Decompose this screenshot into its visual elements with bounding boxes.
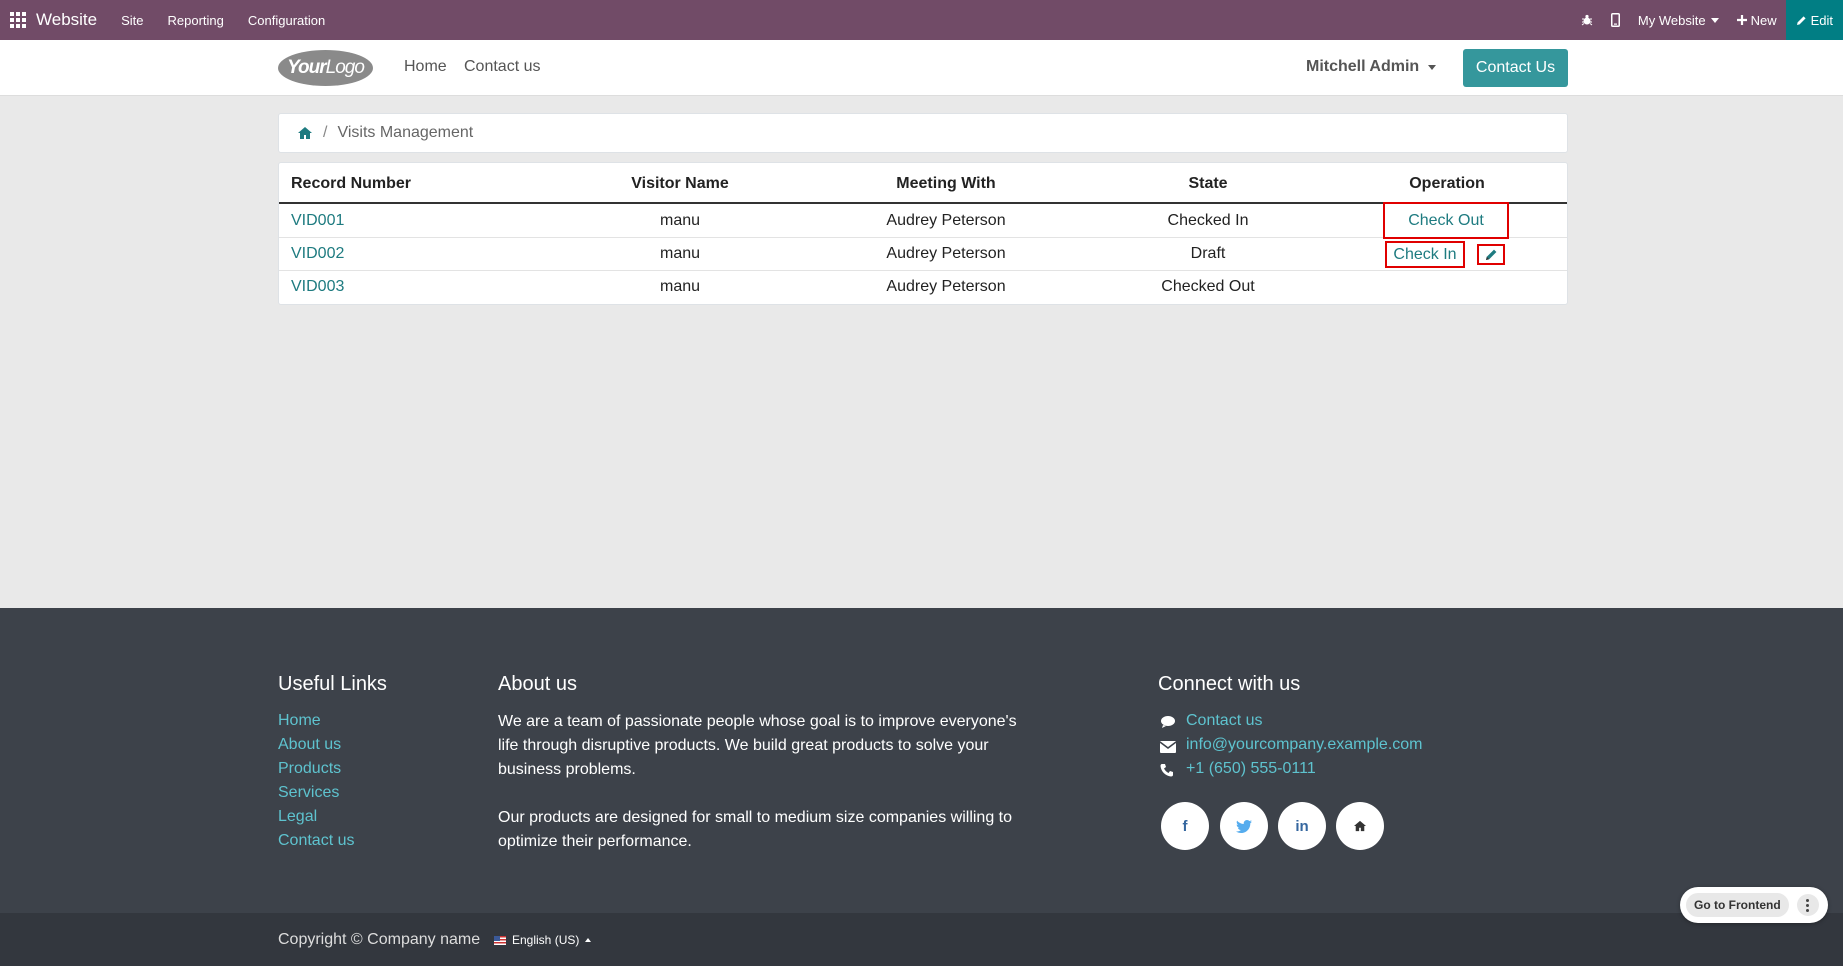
menu-configuration[interactable]: Configuration xyxy=(248,13,325,28)
debug-bug-icon[interactable] xyxy=(1572,0,1602,40)
website-header: Your Logo Home Contact us Mitchell Admin … xyxy=(0,40,1843,96)
pencil-icon xyxy=(1796,15,1806,25)
edit-pencil-icon[interactable] xyxy=(1479,246,1503,263)
my-website-dropdown[interactable]: My Website xyxy=(1629,0,1728,40)
copyright-text: Copyright © Company name xyxy=(278,931,481,948)
footer-link-products[interactable]: Products xyxy=(278,760,341,778)
linkedin-icon[interactable]: in xyxy=(1278,802,1326,850)
home-social-icon[interactable] xyxy=(1336,802,1384,850)
breadcrumb-separator: / xyxy=(323,124,328,141)
check-out-button[interactable]: Check Out xyxy=(1385,204,1507,237)
edit-button[interactable]: Edit xyxy=(1785,0,1843,40)
breadcrumb: / Visits Management xyxy=(278,113,1568,153)
header-state: State xyxy=(1188,175,1228,192)
comment-icon xyxy=(1160,715,1176,729)
chevron-up-icon xyxy=(585,938,592,942)
about-us-title: About us xyxy=(498,673,577,695)
record-link[interactable]: VID002 xyxy=(291,244,344,264)
check-in-button[interactable]: Check In xyxy=(1387,243,1463,266)
us-flag-icon xyxy=(494,935,506,945)
user-menu[interactable]: Mitchell Admin xyxy=(1306,58,1437,76)
meeting-with: Audrey Peterson xyxy=(886,212,1006,229)
new-label: New xyxy=(1750,12,1777,28)
header-meeting-with: Meeting With xyxy=(896,175,996,192)
footer-link-legal[interactable]: Legal xyxy=(278,808,317,826)
apps-menu-icon[interactable] xyxy=(0,0,36,40)
footer-link-home[interactable]: Home xyxy=(278,712,321,730)
go-to-frontend-button[interactable]: Go to Frontend xyxy=(1686,893,1789,917)
facebook-glyph: f xyxy=(1182,817,1188,835)
connect-contact-link[interactable]: Contact us xyxy=(1186,712,1262,730)
more-options-icon[interactable] xyxy=(1796,894,1819,916)
user-name: Mitchell Admin xyxy=(1306,58,1420,75)
header-record-number: Record Number xyxy=(291,175,412,192)
app-brand[interactable]: Website xyxy=(36,10,97,30)
footer-link-contact-us[interactable]: Contact us xyxy=(278,832,354,850)
my-website-label: My Website xyxy=(1637,12,1706,28)
nav-contact-us[interactable]: Contact us xyxy=(464,58,540,76)
plus-icon xyxy=(1736,15,1747,25)
meeting-with: Audrey Peterson xyxy=(886,278,1006,295)
about-us-paragraph-2: Our products are designed for small to m… xyxy=(498,809,1013,850)
linkedin-glyph: in xyxy=(1295,817,1309,835)
visitor-name: manu xyxy=(659,212,701,229)
table-row: VID003 manu Audrey Peterson Checked Out xyxy=(279,271,1567,304)
connect-title: Connect with us xyxy=(1158,673,1301,695)
mobile-preview-icon[interactable] xyxy=(1602,0,1629,40)
chevron-down-icon xyxy=(1428,64,1437,70)
state: Draft xyxy=(1190,245,1226,262)
record-link[interactable]: VID001 xyxy=(291,211,344,231)
header-visitor-name: Visitor Name xyxy=(631,175,729,192)
table-header: Record Number Visitor Name Meeting With … xyxy=(279,163,1567,204)
facebook-icon[interactable]: f xyxy=(1161,802,1209,850)
meeting-with: Audrey Peterson xyxy=(886,245,1006,262)
nav-home[interactable]: Home xyxy=(404,58,447,76)
phone-link[interactable]: +1 (650) 555-0111 xyxy=(1186,760,1316,778)
envelope-icon xyxy=(1159,740,1177,754)
new-button[interactable]: New xyxy=(1728,0,1786,40)
home-icon[interactable] xyxy=(297,126,313,140)
menu-reporting[interactable]: Reporting xyxy=(168,13,224,28)
state: Checked In xyxy=(1167,212,1249,229)
footer: Useful Links Home About us Products Serv… xyxy=(0,608,1843,913)
breadcrumb-current: Visits Management xyxy=(337,124,474,141)
language-label: English (US) xyxy=(512,933,580,947)
contact-us-button[interactable]: Contact Us xyxy=(1463,49,1568,87)
menu-site[interactable]: Site xyxy=(121,13,143,28)
useful-links-title: Useful Links xyxy=(278,673,387,695)
about-us-paragraph: We are a team of passionate people whose… xyxy=(498,713,1017,778)
copyright-bar: Copyright © Company name English (US) xyxy=(0,913,1843,966)
visitor-name: manu xyxy=(659,278,701,295)
header-operation: Operation xyxy=(1409,175,1485,192)
chevron-down-icon xyxy=(1710,17,1719,23)
logo-text: Logo xyxy=(325,57,365,78)
go-to-frontend-widget: Go to Frontend xyxy=(1680,887,1828,923)
company-logo[interactable]: Your Logo xyxy=(278,50,373,86)
visitor-name: manu xyxy=(659,245,701,262)
table-row: VID002 manu Audrey Peterson Draft Check … xyxy=(279,238,1567,271)
language-selector[interactable]: English (US) xyxy=(494,933,592,947)
phone-icon xyxy=(1160,763,1176,777)
twitter-icon[interactable] xyxy=(1220,802,1268,850)
visits-table: Record Number Visitor Name Meeting With … xyxy=(278,162,1568,305)
footer-link-about-us[interactable]: About us xyxy=(278,736,341,754)
odoo-navbar: Website Site Reporting Configuration My … xyxy=(0,0,1843,40)
record-link[interactable]: VID003 xyxy=(291,277,344,297)
email-link[interactable]: info@yourcompany.example.com xyxy=(1186,736,1423,754)
edit-label: Edit xyxy=(1810,12,1833,28)
table-row: VID001 manu Audrey Peterson Checked In C… xyxy=(279,202,1567,239)
state: Checked Out xyxy=(1161,278,1255,295)
footer-link-services[interactable]: Services xyxy=(278,784,339,802)
logo-text-bold: Your xyxy=(287,57,327,78)
